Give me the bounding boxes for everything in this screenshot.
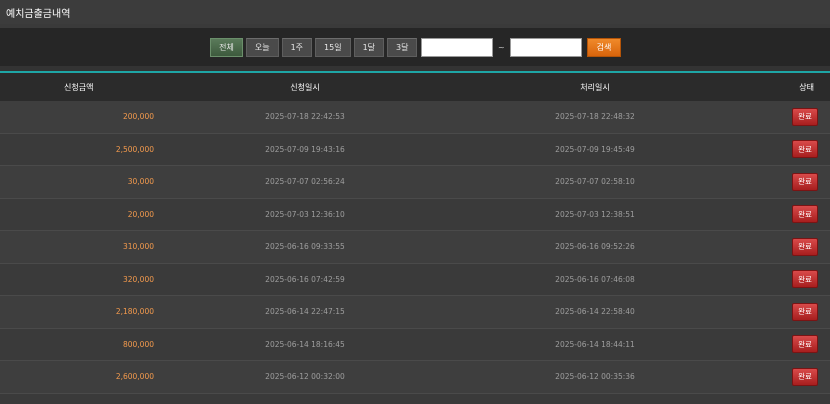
start-date-input[interactable]	[420, 37, 493, 57]
table-row: 2,500,000 2025-07-09 19:43:16 2025-07-09 1…	[0, 133, 830, 166]
status-complete-button[interactable]: 완료	[792, 335, 818, 354]
process-time-cell: 2025-06-14 22:58:40	[555, 307, 635, 317]
process-time-cell: 2025-07-09 19:45:49	[555, 144, 635, 154]
status-cell: 완료	[740, 302, 830, 321]
status-complete-button[interactable]: 완료	[792, 140, 818, 159]
table-row: 2,600,000 2025-06-12 00:32:00 2025-06-12 0…	[0, 361, 830, 394]
period-1month-button[interactable]: 1달	[353, 37, 385, 57]
table-row: 320,000 2025-06-16 07:42:59 2025-06-16 07:…	[0, 263, 830, 296]
status-cell: 완료	[740, 367, 830, 386]
table-row: 20,000 2025-07-03 12:36:10 2025-07-03 12:3…	[0, 198, 830, 231]
status-cell: 완료	[740, 172, 830, 191]
status-complete-button[interactable]: 완료	[792, 107, 818, 126]
period-15days-button[interactable]: 15일	[315, 37, 351, 57]
table-row: 200,000 2025-07-18 22:42:53 2025-07-18 22:…	[0, 101, 830, 134]
request-time-cell: 2025-07-09 19:43:16	[265, 144, 345, 154]
status-complete-button[interactable]: 완료	[792, 302, 818, 321]
amount-cell: 2,180,000	[115, 307, 154, 317]
request-time-cell: 2025-07-07 02:56:24	[265, 177, 345, 187]
request-time-cell: 2025-06-14 18:16:45	[265, 339, 345, 349]
period-all-button[interactable]: 전체	[210, 37, 243, 57]
status-complete-button[interactable]: 완료	[792, 205, 818, 224]
table-header: 신청금액 신청일시 처리일시 상태	[0, 73, 830, 101]
status-cell: 완료	[740, 107, 830, 126]
request-time-cell: 2025-07-03 12:36:10	[265, 209, 345, 219]
amount-cell: 800,000	[122, 339, 154, 349]
amount-cell: 30,000	[127, 177, 154, 187]
status-cell: 완료	[740, 237, 830, 256]
filter-bar: 전체 오늘 1주 15일 1달 3달 ~ 검색	[0, 28, 830, 66]
request-time-cell: 2025-07-18 22:42:53	[265, 112, 345, 122]
search-button[interactable]: 검색	[586, 37, 622, 57]
table-body: 200,000 2025-07-18 22:42:53 2025-07-18 22:…	[0, 101, 830, 394]
period-3months-button[interactable]: 3달	[387, 37, 418, 57]
header-status: 상태	[799, 82, 814, 92]
process-time-cell: 2025-07-03 12:38:51	[555, 209, 635, 219]
header-request-time: 신청일시	[290, 82, 320, 92]
amount-cell: 320,000	[122, 274, 154, 284]
amount-cell: 2,600,000	[115, 372, 154, 382]
status-complete-button[interactable]: 완료	[792, 237, 818, 256]
process-time-cell: 2025-06-12 00:35:36	[555, 372, 635, 382]
status-cell: 완료	[740, 205, 830, 224]
period-today-button[interactable]: 오늘	[245, 37, 279, 57]
status-complete-button[interactable]: 완료	[792, 367, 818, 386]
amount-cell: 20,000	[127, 209, 154, 219]
request-time-cell: 2025-06-14 22:47:15	[265, 307, 345, 317]
request-time-cell: 2025-06-16 07:42:59	[265, 274, 345, 284]
end-date-input[interactable]	[509, 37, 582, 57]
table-row: 30,000 2025-07-07 02:56:24 2025-07-07 02:5…	[0, 166, 830, 199]
process-time-cell: 2025-06-16 09:52:26	[555, 242, 635, 252]
amount-cell: 310,000	[122, 242, 154, 252]
request-time-cell: 2025-06-12 00:32:00	[265, 372, 345, 382]
status-complete-button[interactable]: 완료	[792, 270, 818, 289]
status-cell: 완료	[740, 270, 830, 289]
table-row: 2,180,000 2025-06-14 22:47:15 2025-06-14 2…	[0, 296, 830, 329]
header-process-time: 처리일시	[580, 82, 610, 92]
request-time-cell: 2025-06-16 09:33:55	[265, 242, 345, 252]
date-range-separator: ~	[497, 42, 505, 52]
status-complete-button[interactable]: 완료	[792, 172, 818, 191]
amount-cell: 2,500,000	[115, 144, 154, 154]
history-table: 신청금액 신청일시 처리일시 상태 200,000 2025-07-18 22:4…	[0, 71, 830, 394]
table-row: 800,000 2025-06-14 18:16:45 2025-06-14 18:…	[0, 328, 830, 361]
process-time-cell: 2025-06-14 18:44:11	[555, 339, 635, 349]
process-time-cell: 2025-06-16 07:46:08	[555, 274, 635, 284]
status-cell: 완료	[740, 140, 830, 159]
period-1week-button[interactable]: 1주	[281, 37, 313, 57]
table-row: 310,000 2025-06-16 09:33:55 2025-06-16 09:…	[0, 231, 830, 264]
process-time-cell: 2025-07-18 22:48:32	[555, 112, 635, 122]
page-header: 예치금출금내역	[0, 0, 830, 24]
header-amount: 신청금액	[64, 82, 94, 92]
page-title: 예치금출금내역	[6, 8, 71, 20]
amount-cell: 200,000	[122, 112, 154, 122]
process-time-cell: 2025-07-07 02:58:10	[555, 177, 635, 187]
status-cell: 완료	[740, 335, 830, 354]
